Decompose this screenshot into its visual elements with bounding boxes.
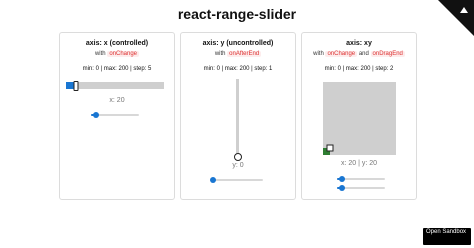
card-title: axis: y (uncontrolled) [202, 40, 274, 47]
native-range-input-xy-y[interactable] [337, 185, 385, 191]
value-readout: x: 20 | y: 20 [340, 160, 378, 167]
page-title: react-range-slider [177, 6, 297, 22]
card-title: axis: x (controlled) [85, 40, 149, 47]
card-title: axis: xy [346, 40, 372, 47]
card-subtitle: with onAfterEnd [181, 51, 295, 57]
value-readout: y: 0 [232, 162, 244, 169]
native-range-thumb[interactable] [210, 177, 216, 183]
native-range-input-y[interactable] [210, 177, 263, 183]
handler-tag-ondragend: onDragEnd [370, 51, 405, 57]
native-range-thumb[interactable] [92, 112, 99, 118]
x-slider-thumb[interactable] [73, 81, 79, 91]
github-corner-link[interactable] [438, 0, 474, 36]
card-subtitle: with onChange and onDragEnd [302, 51, 416, 57]
y-slider-thumb[interactable] [233, 153, 242, 161]
y-range-slider[interactable] [233, 79, 242, 161]
and-label: and [358, 51, 369, 57]
range-info: min: 0 | max: 200 | step: 1 [203, 66, 273, 72]
with-label: with [214, 51, 226, 57]
native-range-thumb[interactable] [338, 185, 345, 191]
native-range-input-xy-x[interactable] [337, 176, 385, 182]
with-label: with [94, 51, 106, 57]
card-subtitle: with onChange [60, 51, 174, 57]
handler-tag-onafterend: onAfterEnd [227, 51, 262, 57]
with-label: with [313, 51, 324, 57]
native-range-thumb[interactable] [338, 176, 345, 182]
github-corner-icon [460, 7, 468, 13]
x-range-slider[interactable] [66, 81, 164, 91]
handler-tag-onchange: onChange [325, 51, 358, 57]
native-range-input-x[interactable] [91, 112, 139, 118]
card-axis-x: axis: x (controlled) with onChange min: … [59, 32, 175, 200]
open-sandbox-button[interactable]: Open Sandbox [423, 228, 471, 245]
xy-slider-thumb[interactable] [326, 144, 334, 152]
xy-range-slider[interactable] [323, 82, 396, 155]
card-axis-xy: axis: xy with onChange and onDragEnd min… [301, 32, 417, 200]
range-info: min: 0 | max: 200 | step: 5 [82, 66, 152, 72]
handler-tag-onchange: onChange [107, 51, 140, 57]
value-readout: x: 20 [109, 97, 125, 104]
range-info: min: 0 | max: 200 | step: 2 [324, 66, 394, 72]
card-axis-y: axis: y (uncontrolled) with onAfterEnd m… [180, 32, 296, 200]
